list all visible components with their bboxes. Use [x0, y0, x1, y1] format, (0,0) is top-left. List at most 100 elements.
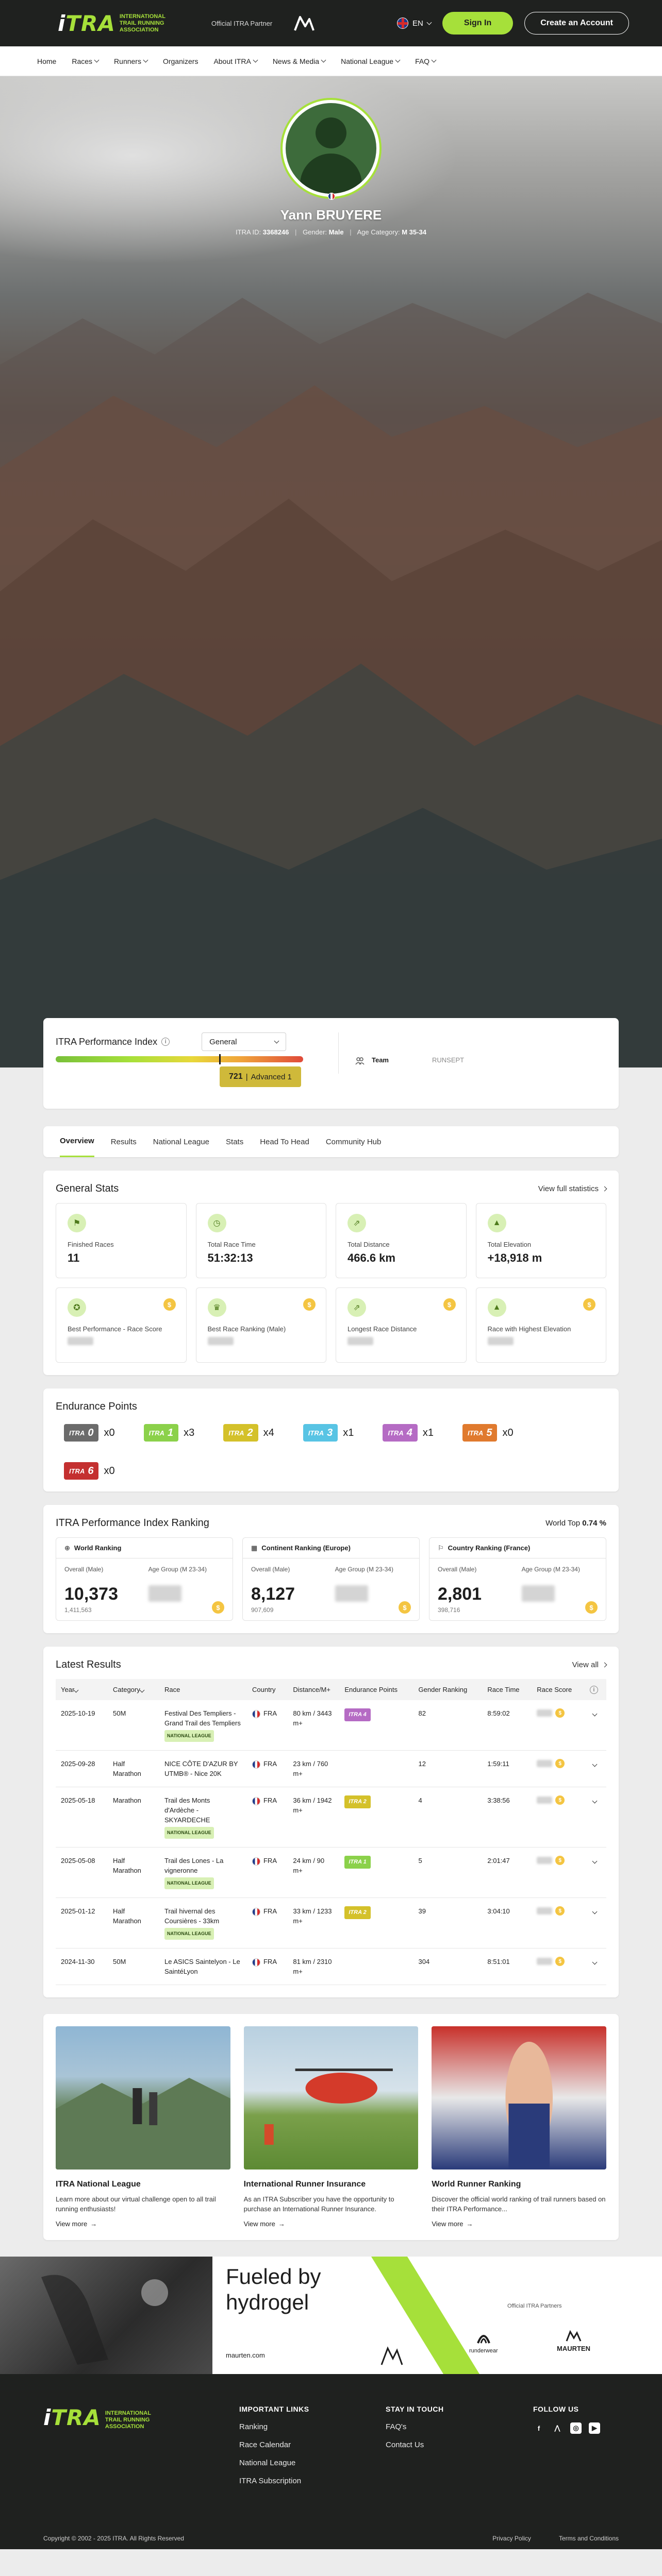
sign-in-button[interactable]: Sign In: [442, 12, 514, 35]
tab-stats[interactable]: Stats: [226, 1126, 243, 1157]
col-category[interactable]: Category: [107, 1679, 159, 1700]
cell-race[interactable]: NICE CÔTE D'AZUR BY UTMB® - Nice 20K: [159, 1750, 247, 1787]
cell-gender-ranking: 82: [413, 1700, 483, 1751]
terms-link[interactable]: Terms and Conditions: [559, 2535, 619, 2542]
endurance-badge: ITRA 3: [303, 1424, 338, 1442]
footer-link-ranking[interactable]: Ranking: [239, 2422, 386, 2431]
view-more-link[interactable]: View more →: [432, 2220, 606, 2228]
table-row[interactable]: 2025-05-18 Marathon Trail des Monts d'Ardè…: [56, 1787, 606, 1848]
nav-faq[interactable]: FAQ: [415, 57, 437, 65]
profile-tabs: Overview Results National League Stats H…: [43, 1126, 619, 1157]
premium-coin-icon[interactable]: $: [303, 1298, 316, 1311]
view-more-link[interactable]: View more →: [56, 2220, 230, 2228]
general-stats-title: General Stats: [56, 1183, 119, 1194]
cell-gender-ranking: 4: [413, 1787, 483, 1848]
tab-community-hub[interactable]: Community Hub: [326, 1126, 382, 1157]
privacy-policy-link[interactable]: Privacy Policy: [492, 2535, 531, 2542]
view-all-results-link[interactable]: View all: [572, 1660, 607, 1669]
facebook-icon[interactable]: f: [533, 2422, 544, 2434]
premium-coin-icon[interactable]: $: [583, 1298, 595, 1311]
country-rank-value: 2,801: [438, 1584, 482, 1604]
performance-gradient-bar: [56, 1054, 303, 1064]
cell-category: Marathon: [107, 1787, 159, 1848]
youtube-icon[interactable]: ▶: [589, 2422, 600, 2434]
france-flag-icon: [328, 193, 335, 200]
promo-description: As an ITRA Subscriber you have the oppor…: [243, 2195, 394, 2213]
endurance-item: ITRA 3 x1: [303, 1424, 354, 1442]
chevron-down-icon: [274, 1038, 279, 1043]
tab-results[interactable]: Results: [111, 1126, 137, 1157]
team-value[interactable]: RUNSEPT: [432, 1056, 464, 1064]
medal-icon: ✪: [68, 1298, 86, 1317]
cell-race[interactable]: Festival Des Templiers - Grand Trail des…: [159, 1700, 247, 1751]
cell-distance: 33 km / 1233 m+: [288, 1897, 340, 1948]
cell-race[interactable]: Le ASICS Saintelyon - Le SaintéLyon: [159, 1948, 247, 1985]
runderwear-logo[interactable]: runderwear: [469, 2329, 498, 2354]
itra-id: 3368246: [262, 228, 289, 236]
maurten-logo-icon[interactable]: [293, 13, 322, 33]
footer-link-subscription[interactable]: ITRA Subscription: [239, 2477, 386, 2485]
france-flag-icon: [252, 1907, 260, 1916]
language-selector[interactable]: EN: [397, 18, 432, 29]
footer-link-contact[interactable]: Contact Us: [386, 2441, 533, 2449]
create-account-button[interactable]: Create an Account: [524, 12, 629, 35]
performance-category-select[interactable]: General: [202, 1032, 287, 1051]
cell-endurance: ITRA 4: [339, 1700, 413, 1751]
nav-about[interactable]: About ITRA: [213, 57, 258, 65]
france-flag-icon: [252, 1760, 260, 1769]
premium-coin-icon[interactable]: $: [212, 1601, 224, 1614]
table-row[interactable]: 2025-05-08 Half Marathon Trail des Lones -…: [56, 1847, 606, 1898]
expand-row-button[interactable]: [584, 1750, 606, 1787]
info-icon[interactable]: i: [161, 1038, 170, 1046]
maurten-partner-logo[interactable]: MAURTEN: [557, 2329, 590, 2352]
france-flag-icon: [252, 1958, 260, 1967]
info-icon[interactable]: i: [584, 1679, 606, 1700]
footer-logo[interactable]: iTRA INTERNATIONAL TRAIL RUNNING ASSOCIA…: [43, 2405, 239, 2495]
cell-date: 2025-09-28: [56, 1750, 108, 1787]
partner-banner[interactable]: Fueled by hydrogel maurten.com Official …: [0, 2257, 662, 2374]
cell-country: FRA: [246, 1750, 288, 1787]
expand-row-button[interactable]: [584, 1897, 606, 1948]
table-row[interactable]: 2025-01-12 Half Marathon Trail hivernal de…: [56, 1897, 606, 1948]
expand-row-button[interactable]: [584, 1787, 606, 1848]
strava-icon[interactable]: ⋀: [552, 2422, 563, 2434]
promo-insurance[interactable]: International Runner Insurance As an ITR…: [243, 2026, 419, 2228]
nav-news[interactable]: News & Media: [273, 57, 326, 65]
premium-coin-icon[interactable]: $: [585, 1601, 598, 1614]
banner-url[interactable]: maurten.com: [226, 2351, 339, 2359]
view-full-statistics-link[interactable]: View full statistics: [538, 1184, 607, 1193]
expand-row-button[interactable]: [584, 1847, 606, 1898]
flag-icon: ⚐: [438, 1544, 444, 1552]
promo-world-ranking[interactable]: World Runner Ranking Discover the offici…: [432, 2026, 606, 2228]
nav-organizers[interactable]: Organizers: [163, 57, 198, 65]
view-more-link[interactable]: View more →: [244, 2220, 419, 2228]
nav-national-league[interactable]: National League: [341, 57, 401, 65]
premium-coin-icon[interactable]: $: [399, 1601, 411, 1614]
col-year[interactable]: Year: [56, 1679, 108, 1700]
premium-coin-icon[interactable]: $: [443, 1298, 456, 1311]
promo-national-league[interactable]: ITRA National League Learn more about ou…: [56, 2026, 230, 2228]
cell-race[interactable]: Trail des Lones - La vigneronne NATIONAL …: [159, 1847, 247, 1898]
expand-row-button[interactable]: [584, 1948, 606, 1985]
cell-race-time: 1:59:11: [482, 1750, 532, 1787]
instagram-icon[interactable]: ◎: [570, 2422, 582, 2434]
cell-race[interactable]: Trail hivernal des Coursières - 33km NATI…: [159, 1897, 247, 1948]
cell-race[interactable]: Trail des Monts d'Ardèche - SKYARDECHE NA…: [159, 1787, 247, 1848]
expand-row-button[interactable]: [584, 1700, 606, 1751]
tab-head-to-head[interactable]: Head To Head: [260, 1126, 309, 1157]
tab-overview[interactable]: Overview: [60, 1126, 94, 1157]
table-row[interactable]: 2024-11-30 50M Le ASICS Saintelyon - Le Sa…: [56, 1948, 606, 1985]
footer-link-national-league[interactable]: National League: [239, 2459, 386, 2467]
footer-link-race-calendar[interactable]: Race Calendar: [239, 2441, 386, 2449]
cell-race-score: $: [532, 1897, 585, 1948]
premium-coin-icon[interactable]: $: [163, 1298, 176, 1311]
nav-home[interactable]: Home: [37, 57, 56, 65]
table-row[interactable]: 2025-09-28 Half Marathon NICE CÔTE D'AZUR …: [56, 1750, 606, 1787]
premium-coin-icon: $: [555, 1957, 565, 1966]
itra-logo[interactable]: iTRA INTERNATIONAL TRAIL RUNNING ASSOCIA…: [58, 11, 176, 36]
nav-races[interactable]: Races: [72, 57, 100, 65]
nav-runners[interactable]: Runners: [114, 57, 148, 65]
footer-link-faqs[interactable]: FAQ's: [386, 2422, 533, 2431]
table-row[interactable]: 2025-10-19 50M Festival Des Templiers - Gr…: [56, 1700, 606, 1751]
tab-national-league[interactable]: National League: [153, 1126, 209, 1157]
